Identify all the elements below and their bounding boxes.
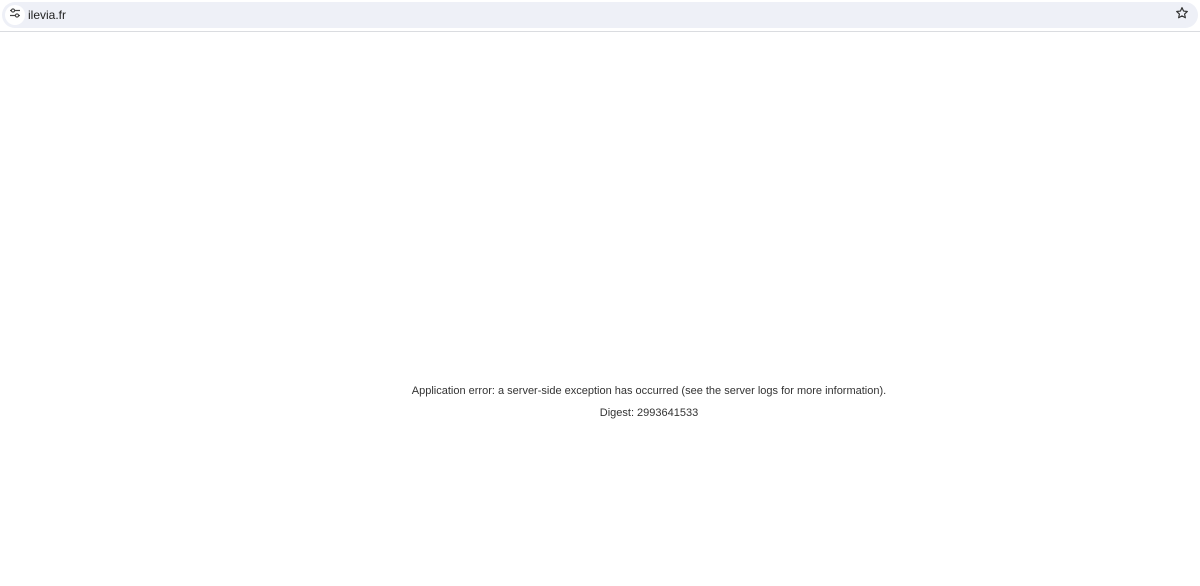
- error-digest: Digest: 2993641533: [599, 407, 699, 419]
- url-text[interactable]: ilevia.fr: [28, 2, 66, 28]
- tune-icon: [9, 6, 21, 24]
- error-container: Application error: a server-side excepti…: [0, 380, 1200, 424]
- site-info-button[interactable]: [5, 5, 25, 25]
- star-outline-icon: [1175, 6, 1189, 25]
- error-message: Application error: a server-side excepti…: [411, 385, 887, 397]
- browser-toolbar: ilevia.fr: [0, 0, 1200, 32]
- address-bar[interactable]: ilevia.fr: [2, 2, 1198, 28]
- bookmark-button[interactable]: [1172, 5, 1192, 25]
